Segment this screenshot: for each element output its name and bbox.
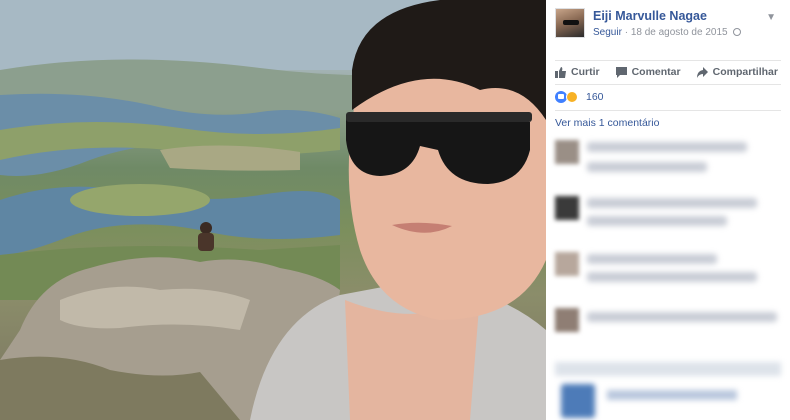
- post-actions: Curtir Comentar Compartilhar: [555, 66, 778, 78]
- haha-reaction-icon: [566, 91, 578, 103]
- reaction-count[interactable]: 160: [586, 91, 604, 103]
- blurred-comment-composer: [555, 362, 781, 420]
- thumbs-up-icon: [555, 66, 566, 78]
- comment-avatar: [555, 252, 579, 276]
- share-button-label: Compartilhar: [712, 66, 778, 78]
- composer-avatar: [561, 384, 595, 418]
- comment-text-blur: [587, 216, 727, 226]
- composer-bar-blur: [555, 362, 781, 376]
- blurred-comment: [555, 134, 781, 184]
- photo-illustration: [0, 0, 546, 420]
- post-date[interactable]: 18 de agosto de 2015: [631, 27, 728, 38]
- divider-top: [555, 60, 781, 61]
- post-meta: Seguir · 18 de agosto de 2015: [593, 27, 742, 38]
- author-name[interactable]: Eiji Marvulle Nagae: [593, 9, 707, 23]
- post-side-panel: Eiji Marvulle Nagae Seguir · 18 de agost…: [546, 0, 790, 420]
- comment-text-blur: [587, 198, 757, 208]
- meta-separator: ·: [624, 27, 629, 38]
- share-button[interactable]: Compartilhar: [696, 66, 778, 78]
- divider-actions: [555, 84, 781, 85]
- composer-text-blur: [607, 390, 737, 400]
- globe-icon: [733, 28, 742, 36]
- divider-reactions: [555, 110, 781, 111]
- blurred-comment: [555, 246, 781, 296]
- comment-button-label: Comentar: [631, 66, 681, 78]
- blurred-comment: [555, 190, 781, 240]
- comment-text-blur: [587, 162, 707, 172]
- chevron-down-icon[interactable]: ▼: [766, 12, 776, 23]
- like-button-label: Curtir: [571, 66, 600, 78]
- speech-bubble-icon: [615, 66, 627, 78]
- comment-avatar: [555, 140, 579, 164]
- author-avatar[interactable]: [555, 8, 585, 38]
- comment-button[interactable]: Comentar: [615, 66, 681, 78]
- comment-text-blur: [587, 272, 757, 282]
- comment-avatar: [555, 308, 579, 332]
- like-button[interactable]: Curtir: [555, 66, 600, 78]
- comment-avatar: [555, 196, 579, 220]
- reaction-summary[interactable]: 160: [555, 91, 604, 103]
- follow-link[interactable]: Seguir: [593, 27, 622, 38]
- blurred-comment: [555, 302, 781, 352]
- blurred-comments: [555, 128, 781, 352]
- comment-text-blur: [587, 142, 747, 152]
- avatar-glasses: [563, 20, 579, 25]
- comment-text-blur: [587, 254, 717, 264]
- post-photo[interactable]: [0, 0, 546, 420]
- comment-text-blur: [587, 312, 777, 322]
- share-arrow-icon: [696, 66, 708, 78]
